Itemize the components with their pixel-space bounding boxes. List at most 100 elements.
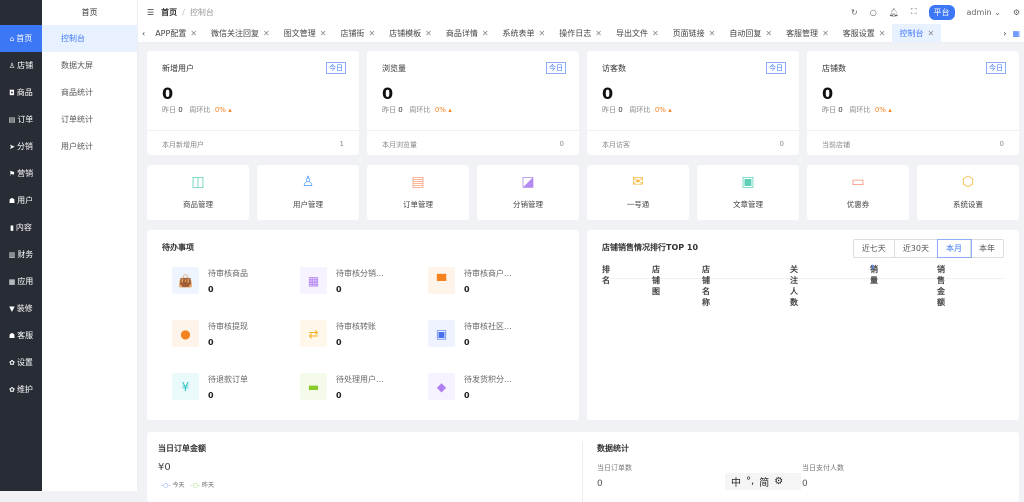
todo-item[interactable]: ⇄ 待审核转账 0	[300, 320, 376, 347]
submenu-item[interactable]: 用户统计	[42, 133, 137, 160]
menu-toggle-icon[interactable]: ☰	[147, 8, 154, 17]
platform-badge[interactable]: 平台	[928, 4, 955, 20]
close-icon[interactable]: ✕	[927, 29, 934, 38]
fullscreen-icon[interactable]: ⛶	[911, 7, 917, 17]
sidebar-item[interactable]: ☗ 客服	[0, 322, 42, 349]
tab[interactable]: 页面链接 ✕	[666, 24, 723, 42]
sidebar-item-label: 财务	[17, 250, 34, 259]
sidebar-item[interactable]: ◘ 商品	[0, 79, 42, 106]
todo-item[interactable]: ▀ 待审核商户... 0	[428, 267, 512, 294]
sidebar-item[interactable]: ♙ 店铺	[0, 52, 42, 79]
range-option[interactable]: 本年	[971, 240, 1003, 257]
stat-value: 0	[602, 84, 614, 103]
sidebar-item[interactable]: ☗ 用户	[0, 187, 42, 214]
sidebar-icon: ▥	[8, 250, 16, 259]
stat-footer: 本月浏览量 0	[367, 130, 579, 159]
submenu-item[interactable]: 控制台	[42, 25, 137, 52]
sidebar-item-label: 客服	[17, 331, 34, 340]
close-icon[interactable]: ✕	[709, 29, 716, 38]
shortcut-card[interactable]: ▣ 文章管理	[697, 165, 799, 220]
todo-item[interactable]: ● 待审核提现 0	[172, 320, 248, 347]
close-icon[interactable]: ✕	[482, 29, 489, 38]
close-icon[interactable]: ✕	[368, 29, 375, 38]
todo-item[interactable]: ▣ 待审核社区... 0	[428, 320, 512, 347]
sidebar-item[interactable]: ▦ 应用	[0, 268, 42, 295]
todo-item[interactable]: ▦ 待审核分销... 0	[300, 267, 384, 294]
tabs-scroll-left-icon[interactable]: ‹	[138, 29, 148, 38]
tab[interactable]: 图文管理 ✕	[277, 24, 334, 42]
settings-icon[interactable]: ⚙	[1013, 8, 1020, 17]
sort-icon[interactable]: ⇕	[870, 264, 875, 271]
ime-mode[interactable]: 简	[759, 474, 769, 489]
close-icon[interactable]: ✕	[822, 29, 829, 38]
legend-today[interactable]: -○- 今天	[161, 480, 185, 489]
shortcut-card[interactable]: ◪ 分销管理	[477, 165, 579, 220]
sidebar-item[interactable]: ▥ 财务	[0, 241, 42, 268]
shortcut-card[interactable]: ♙ 用户管理	[257, 165, 359, 220]
close-icon[interactable]: ✕	[190, 29, 197, 38]
shortcut-card[interactable]: ⬡ 系统设置	[917, 165, 1019, 220]
sidebar-item[interactable]: ▤ 订单	[0, 106, 42, 133]
close-icon[interactable]: ✕	[595, 29, 602, 38]
sidebar-item[interactable]: ▼ 装修	[0, 295, 42, 322]
tab[interactable]: 操作日志 ✕	[552, 24, 609, 42]
breadcrumb-root[interactable]: 首页	[161, 8, 177, 17]
submenu-item[interactable]: 数据大屏	[42, 52, 137, 79]
tab[interactable]: 客服设置 ✕	[836, 24, 893, 42]
ime-punctuation[interactable]: °,	[746, 476, 754, 487]
tab[interactable]: 微信关注回复 ✕	[204, 24, 277, 42]
sidebar-item[interactable]: ✿ 设置	[0, 349, 42, 376]
todo-item[interactable]: 👜 待审核商品 0	[172, 267, 248, 294]
shortcut-card[interactable]: ✉ 一号通	[587, 165, 689, 220]
legend-yesterday[interactable]: -○- 昨天	[191, 480, 215, 489]
shortcut-icon: ▭	[851, 174, 865, 190]
tab[interactable]: 店铺街 ✕	[333, 24, 382, 42]
ime-toolbar[interactable]: 中 °, 简 ⚙	[725, 473, 801, 490]
ime-settings-icon[interactable]: ⚙	[774, 476, 783, 487]
close-icon[interactable]: ✕	[879, 29, 886, 38]
ime-language[interactable]: 中	[731, 474, 741, 489]
todo-value: 0	[464, 391, 470, 400]
tab[interactable]: 客服管理 ✕	[779, 24, 836, 42]
search-icon[interactable]: ○	[870, 8, 877, 17]
todo-item[interactable]: ▬ 待处理用户... 0	[300, 373, 384, 400]
sidebar-item[interactable]: ▮ 内容	[0, 214, 42, 241]
order-amount-title: 当日订单金额	[158, 444, 206, 453]
tabs-grid-icon[interactable]: ▦	[1012, 29, 1024, 38]
todo-item[interactable]: ¥ 待退款订单 0	[172, 373, 248, 400]
submenu-item[interactable]: 商品统计	[42, 79, 137, 106]
tab[interactable]: 店铺模板 ✕	[382, 24, 439, 42]
tabs-scroll-right-icon[interactable]: ›	[997, 29, 1012, 38]
todo-item[interactable]: ◆ 待发货积分... 0	[428, 373, 512, 400]
close-icon[interactable]: ✕	[263, 29, 270, 38]
submenu-item[interactable]: 订单统计	[42, 106, 137, 133]
sidebar-item[interactable]: ➤ 分销	[0, 133, 42, 160]
shortcut-label: 一号通	[626, 200, 650, 209]
sidebar-item[interactable]: ⌂ 首页	[0, 25, 42, 52]
refresh-icon[interactable]: ↻	[851, 8, 858, 17]
sidebar-item[interactable]: ✿ 维护	[0, 376, 42, 403]
sidebar-icon: ▤	[8, 115, 16, 124]
tab[interactable]: 导出文件 ✕	[609, 24, 666, 42]
close-icon[interactable]: ✕	[425, 29, 432, 38]
tab[interactable]: 商品详情 ✕	[439, 24, 496, 42]
close-icon[interactable]: ✕	[320, 29, 327, 38]
sort-icon[interactable]: ⇕	[937, 264, 942, 271]
tab[interactable]: 自动回复 ✕	[722, 24, 779, 42]
bell-icon[interactable]: 🔔︎	[889, 8, 899, 17]
range-option[interactable]: 本月	[937, 239, 972, 258]
range-option[interactable]: 近30天	[895, 240, 938, 257]
shortcut-icon: ▤	[411, 174, 425, 190]
shortcut-card[interactable]: ◫ 商品管理	[147, 165, 249, 220]
tab[interactable]: 控制台 ✕	[892, 24, 942, 42]
close-icon[interactable]: ✕	[652, 29, 659, 38]
close-icon[interactable]: ✕	[539, 29, 546, 38]
user-menu[interactable]: admin ⌄	[967, 8, 1001, 17]
close-icon[interactable]: ✕	[765, 29, 772, 38]
shortcut-card[interactable]: ▭ 优惠券	[807, 165, 909, 220]
range-option[interactable]: 近七天	[854, 240, 895, 257]
tab[interactable]: APP配置 ✕	[148, 24, 204, 42]
shortcut-card[interactable]: ▤ 订单管理	[367, 165, 469, 220]
sidebar-item[interactable]: ⚑ 营销	[0, 160, 42, 187]
tab[interactable]: 系统表单 ✕	[496, 24, 553, 42]
